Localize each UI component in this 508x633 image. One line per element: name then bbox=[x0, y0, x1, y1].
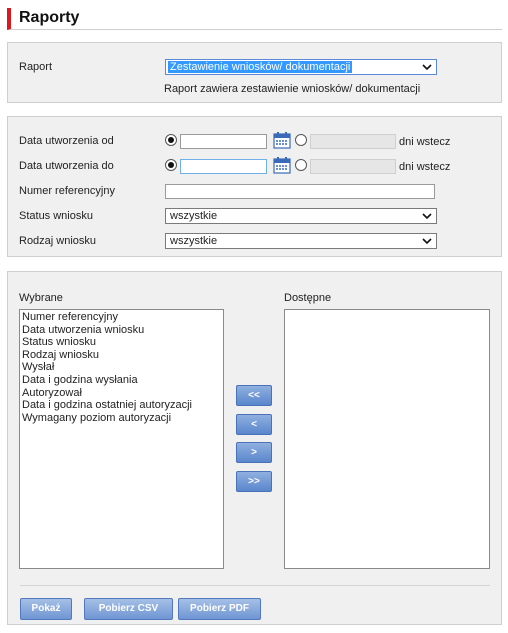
date-to-input[interactable] bbox=[180, 159, 267, 174]
chevron-down-icon bbox=[422, 64, 432, 71]
chevron-down-icon bbox=[422, 213, 432, 220]
date-from-date-radio[interactable] bbox=[165, 134, 177, 146]
type-label: Rodzaj wniosku bbox=[19, 235, 97, 247]
page-title: Raporty bbox=[19, 9, 80, 26]
calendar-icon[interactable] bbox=[273, 157, 291, 174]
show-button[interactable]: Pokaż bbox=[20, 598, 72, 620]
move-all-left-button[interactable]: << bbox=[236, 385, 272, 406]
date-from-days-radio[interactable] bbox=[295, 134, 307, 146]
selected-columns-label: Wybrane bbox=[19, 292, 63, 304]
date-to-label: Data utworzenia do bbox=[19, 160, 114, 172]
report-panel: Raport Zestawienie wniosków/ dokumentacj… bbox=[7, 42, 502, 103]
download-csv-button[interactable]: Pobierz CSV bbox=[84, 598, 173, 620]
list-item[interactable]: Data i godzina ostatniej autoryzacji bbox=[22, 399, 221, 412]
available-columns-label: Dostępne bbox=[284, 292, 332, 304]
move-one-right-button[interactable]: > bbox=[236, 442, 272, 463]
columns-panel: Wybrane Dostępne Numer referencyjny Data … bbox=[7, 271, 502, 625]
move-one-left-button[interactable]: < bbox=[236, 414, 272, 435]
calendar-icon[interactable] bbox=[273, 132, 291, 149]
move-all-right-button[interactable]: >> bbox=[236, 471, 272, 492]
list-item[interactable]: Data utworzenia wniosku bbox=[22, 324, 221, 337]
selected-columns-list[interactable]: Numer referencyjny Data utworzenia wniosk… bbox=[19, 309, 224, 569]
date-to-days-suffix: dni wstecz bbox=[399, 161, 451, 173]
page-header: Raporty bbox=[7, 8, 502, 30]
status-select[interactable]: wszystkie bbox=[165, 208, 437, 224]
download-pdf-button[interactable]: Pobierz PDF bbox=[178, 598, 261, 620]
status-label: Status wniosku bbox=[19, 210, 93, 222]
date-to-days-input[interactable] bbox=[310, 159, 396, 174]
list-item[interactable]: Rodzaj wniosku bbox=[22, 349, 221, 362]
report-select-value: Zestawienie wniosków/ dokumentacji bbox=[168, 61, 353, 73]
reference-number-input[interactable] bbox=[165, 184, 435, 199]
date-to-days-radio[interactable] bbox=[295, 159, 307, 171]
type-select[interactable]: wszystkie bbox=[165, 233, 437, 249]
list-item[interactable]: Status wniosku bbox=[22, 336, 221, 349]
list-item[interactable]: Wymagany poziom autoryzacji bbox=[22, 412, 221, 425]
list-item[interactable]: Data i godzina wysłania bbox=[22, 374, 221, 387]
divider bbox=[20, 585, 490, 586]
date-from-days-suffix: dni wstecz bbox=[399, 136, 451, 148]
list-item[interactable]: Wysłał bbox=[22, 361, 221, 374]
report-select[interactable]: Zestawienie wniosków/ dokumentacji bbox=[165, 59, 437, 75]
chevron-down-icon bbox=[422, 238, 432, 245]
date-to-date-radio[interactable] bbox=[165, 159, 177, 171]
type-select-value: wszystkie bbox=[170, 235, 218, 247]
status-select-value: wszystkie bbox=[170, 210, 218, 222]
reference-number-label: Numer referencyjny bbox=[19, 185, 115, 197]
date-from-label: Data utworzenia od bbox=[19, 135, 114, 147]
filters-panel: Data utworzenia od dni wstecz Data utwor… bbox=[7, 116, 502, 257]
list-item[interactable]: Autoryzował bbox=[22, 387, 221, 400]
report-label: Raport bbox=[19, 61, 53, 73]
available-columns-list[interactable] bbox=[284, 309, 490, 569]
date-from-days-input[interactable] bbox=[310, 134, 396, 149]
report-description: Raport zawiera zestawienie wniosków/ dok… bbox=[164, 83, 421, 95]
list-item[interactable]: Numer referencyjny bbox=[22, 311, 221, 324]
date-from-input[interactable] bbox=[180, 134, 267, 149]
